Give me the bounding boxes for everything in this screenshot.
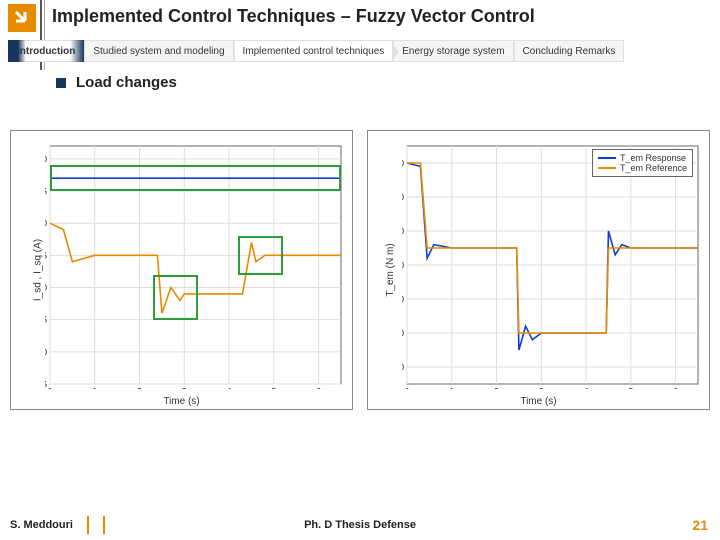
svg-text:-50: -50 xyxy=(402,329,405,338)
breadcrumb-tabs: IntroductionStudied system and modelingI… xyxy=(8,40,712,62)
svg-text:3: 3 xyxy=(182,387,187,389)
chart-xlabel: Time (s) xyxy=(163,396,199,407)
tab-concluding-remarks[interactable]: Concluding Remarks xyxy=(514,40,625,62)
svg-text:0: 0 xyxy=(45,219,48,228)
chart-torque: 0 1 2 3 4 5 6 -60 -50 -40 -30 -20 -10 0 T_em (N m) Ti… xyxy=(367,130,710,410)
legend-label: T_em Response xyxy=(620,153,686,163)
footer-author: S. Meddouri xyxy=(0,519,73,531)
chart-xlabel: Time (s) xyxy=(520,396,556,407)
svg-text:1: 1 xyxy=(93,387,98,389)
tab-implemented-control-techniques[interactable]: Implemented control techniques xyxy=(234,40,394,62)
page-number: 21 xyxy=(692,517,708,533)
legend-label: T_em Reference xyxy=(620,163,687,173)
footer-title: Ph. D Thesis Defense xyxy=(304,519,416,531)
footer: S. Meddouri Ph. D Thesis Defense 21 xyxy=(0,510,720,540)
svg-text:0: 0 xyxy=(402,159,405,168)
tab-studied-system-and-modeling[interactable]: Studied system and modeling xyxy=(84,40,233,62)
svg-text:-30: -30 xyxy=(402,261,405,270)
tab-introduction[interactable]: Introduction xyxy=(8,40,84,62)
svg-text:-10: -10 xyxy=(45,284,48,293)
chart-ylabel: I_sd , I_sq (A) xyxy=(33,239,44,301)
brand-icon xyxy=(8,4,36,32)
footer-divider-icon xyxy=(103,516,105,534)
highlight-box xyxy=(153,275,198,320)
section-label: Load changes xyxy=(76,74,177,91)
footer-divider-icon xyxy=(87,516,89,534)
chart-currents: 0123456-25-20-15-10-50510 I_sd , I_sq (A… xyxy=(10,130,353,410)
bullet-square-icon xyxy=(56,78,66,88)
chart-legend: T_em ResponseT_em Reference xyxy=(592,149,693,177)
svg-text:-20: -20 xyxy=(402,227,405,236)
svg-text:5: 5 xyxy=(629,387,634,389)
svg-text:2: 2 xyxy=(494,387,499,389)
svg-text:-10: -10 xyxy=(402,193,405,202)
legend-row: T_em Response xyxy=(598,153,687,163)
highlight-box xyxy=(238,236,283,275)
svg-text:4: 4 xyxy=(227,387,232,389)
chart-row: 0123456-25-20-15-10-50510 I_sd , I_sq (A… xyxy=(10,130,710,410)
chart-ylabel: T_em (N m) xyxy=(385,243,396,296)
svg-text:-20: -20 xyxy=(45,348,48,357)
svg-text:0: 0 xyxy=(405,387,410,389)
svg-text:-40: -40 xyxy=(402,295,405,304)
section-bullet: Load changes xyxy=(56,74,177,91)
highlight-box xyxy=(50,165,341,191)
svg-text:3: 3 xyxy=(539,387,544,389)
page-title: Implemented Control Techniques – Fuzzy V… xyxy=(52,6,535,27)
svg-text:4: 4 xyxy=(584,387,589,389)
svg-text:10: 10 xyxy=(45,155,48,164)
svg-text:2: 2 xyxy=(137,387,142,389)
svg-text:-5: -5 xyxy=(45,251,48,260)
svg-text:-15: -15 xyxy=(45,316,48,325)
tab-energy-storage-system[interactable]: Energy storage system xyxy=(393,40,513,62)
legend-swatch-icon xyxy=(598,157,616,159)
svg-text:5: 5 xyxy=(45,187,48,196)
svg-text:-60: -60 xyxy=(402,363,405,372)
svg-text:6: 6 xyxy=(316,387,321,389)
svg-text:1: 1 xyxy=(450,387,455,389)
legend-swatch-icon xyxy=(598,167,616,169)
svg-text:5: 5 xyxy=(272,387,277,389)
svg-text:0: 0 xyxy=(48,387,53,389)
legend-row: T_em Reference xyxy=(598,163,687,173)
svg-text:6: 6 xyxy=(673,387,678,389)
